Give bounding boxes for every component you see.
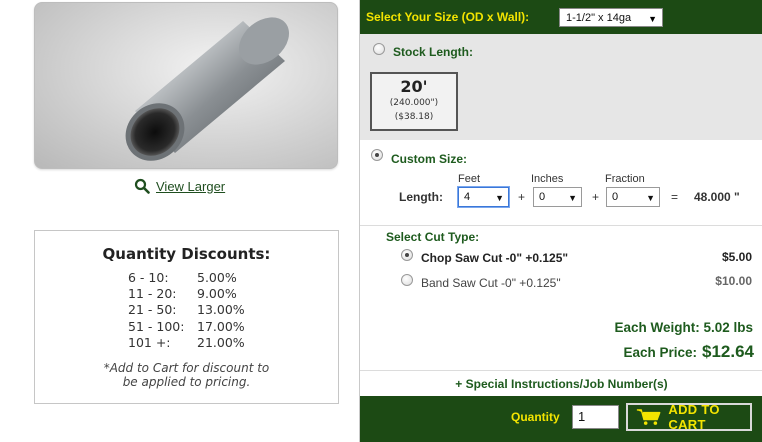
discount-row: 11 - 20: 9.00%	[128, 286, 245, 302]
discount-note-line-2: be applied to pricing.	[122, 375, 251, 389]
equals-sign: =	[671, 190, 679, 204]
stock-length-feet: 20'	[400, 77, 428, 96]
stock-length-radio[interactable]	[373, 43, 385, 55]
fraction-select[interactable]: 0 ▼	[606, 187, 660, 207]
fraction-column-label: Fraction	[605, 173, 645, 185]
discount-range: 101 +:	[128, 334, 171, 350]
inches-column-label: Inches	[531, 173, 564, 185]
add-to-cart-label: ADD TO CART	[668, 402, 720, 432]
stock-length-section: Stock Length: 20' (240.000") ($38.18)	[360, 34, 762, 140]
band-saw-radio[interactable]	[401, 274, 413, 286]
steel-tube-image	[125, 17, 290, 161]
stock-length-option[interactable]: 20' (240.000") ($38.18)	[370, 72, 458, 131]
magnifier-icon	[134, 178, 150, 194]
chevron-down-icon: ▼	[568, 193, 577, 203]
discount-percent: 17.00%	[197, 318, 245, 334]
feet-column-label: Feet	[458, 173, 481, 185]
cut-type-section: Select Cut Type: Chop Saw Cut -0" +0.125…	[360, 227, 762, 370]
each-weight: Each Weight: 5.02 lbs	[614, 320, 753, 335]
chop-saw-radio[interactable]	[401, 249, 413, 261]
inches-select[interactable]: 0 ▼	[533, 187, 582, 207]
discount-range: 11 - 20:	[128, 286, 177, 302]
discount-note-line-1: *Add to Cart for discount to	[103, 361, 270, 375]
quantity-discounts-table: 6 - 10: 5.00% 11 - 20: 9.00% 21 - 50: 13…	[128, 270, 245, 351]
add-to-cart-bar: Quantity 1 ADD TO CART	[360, 396, 762, 442]
product-image[interactable]	[34, 2, 338, 169]
chop-saw-label[interactable]: Chop Saw Cut -0" +0.125"	[421, 251, 568, 265]
stock-length-label: Stock Length:	[393, 45, 473, 59]
chevron-down-icon: ▼	[495, 193, 504, 203]
discount-row: 51 - 100: 17.00%	[128, 319, 245, 335]
fraction-select-value: 0	[612, 191, 619, 203]
custom-size-label: Custom Size:	[391, 152, 468, 166]
chevron-down-icon: ▼	[648, 14, 657, 24]
size-label: Select Your Size (OD x Wall):	[366, 10, 530, 24]
custom-size-section: Custom Size: Feet Inches Fraction Length…	[360, 140, 762, 226]
add-to-cart-button[interactable]: ADD TO CART	[626, 402, 752, 432]
size-dropdown-value: 1-1/2" x 14ga	[566, 11, 632, 24]
discount-percent: 13.00%	[197, 302, 245, 318]
custom-size-radio[interactable]	[371, 149, 383, 161]
feet-select-value: 4	[464, 191, 471, 203]
quantity-discounts-box: Quantity Discounts: 6 - 10: 5.00% 11 - 2…	[34, 230, 339, 404]
length-label: Length:	[399, 190, 443, 204]
plus-sign: +	[518, 190, 526, 204]
chop-saw-price: $5.00	[721, 250, 752, 264]
stock-length-price: ($38.18)	[394, 112, 434, 122]
band-saw-price: $10.00	[715, 274, 752, 288]
inches-select-value: 0	[539, 191, 546, 203]
plus-sign: +	[592, 190, 600, 204]
feet-select[interactable]: 4 ▼	[458, 187, 509, 207]
each-price-label: Each Price:	[623, 345, 697, 360]
size-selector-bar: Select Your Size (OD x Wall): 1-1/2" x 1…	[360, 0, 762, 34]
discount-range: 21 - 50:	[128, 302, 177, 318]
discount-range: 51 - 100:	[128, 318, 185, 334]
stock-length-inches: (240.000")	[389, 98, 439, 108]
quantity-input[interactable]: 1	[572, 405, 619, 429]
size-dropdown[interactable]: 1-1/2" x 14ga ▼	[559, 8, 663, 27]
cut-type-label: Select Cut Type:	[386, 230, 480, 244]
view-larger-label: View Larger	[156, 178, 226, 194]
discount-range: 6 - 10:	[128, 270, 169, 285]
band-saw-label[interactable]: Band Saw Cut -0" +0.125"	[421, 276, 561, 290]
discount-percent: 5.00%	[197, 270, 237, 285]
discount-row: 21 - 50: 13.00%	[128, 302, 245, 318]
discount-percent: 9.00%	[197, 286, 237, 302]
discount-percent: 21.00%	[197, 334, 245, 350]
each-price: Each Price: $12.64	[623, 342, 754, 362]
chevron-down-icon: ▼	[646, 193, 655, 203]
cart-icon	[636, 409, 661, 425]
discount-note: *Add to Cart for discount to be applied …	[35, 361, 338, 389]
discount-row: 101 +: 21.00%	[128, 335, 245, 351]
quantity-label: Quantity	[511, 410, 560, 424]
discount-row: 6 - 10: 5.00%	[128, 270, 245, 286]
quantity-discounts-title: Quantity Discounts:	[102, 245, 271, 263]
view-larger-link[interactable]: View Larger	[134, 176, 225, 196]
special-instructions-link[interactable]: + Special Instructions/Job Number(s)	[360, 370, 762, 396]
each-price-value: $12.64	[702, 342, 754, 361]
total-length: 48.000 "	[694, 190, 740, 204]
order-panel: Select Your Size (OD x Wall): 1-1/2" x 1…	[359, 0, 762, 442]
